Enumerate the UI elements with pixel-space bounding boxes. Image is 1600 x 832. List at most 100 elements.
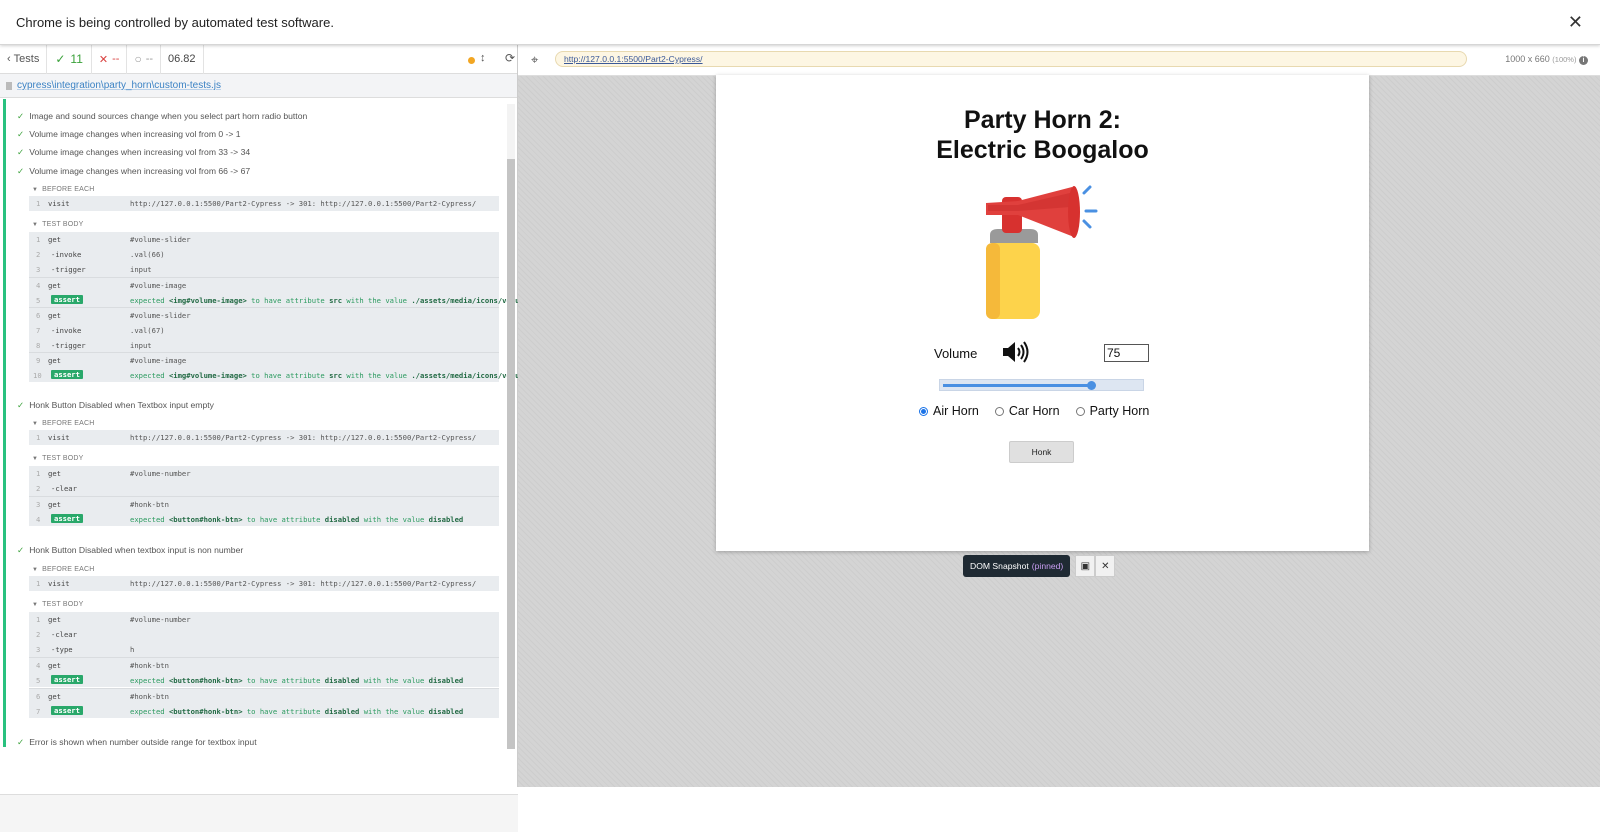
command-row[interactable]: 4 get #honk-btn: [29, 658, 499, 673]
command-row[interactable]: 1 visit http://127.0.0.1:5500/Part2-Cypres…: [29, 196, 499, 211]
scroll-toggle-icon[interactable]: ↕: [480, 52, 486, 64]
assert-badge: assert: [51, 706, 83, 715]
close-snapshot-icon[interactable]: ✕: [1095, 555, 1116, 577]
test-item[interactable]: ✓ Image and sound sources change when you…: [17, 111, 307, 122]
hook-before-each[interactable]: ▼ BEFORE EACH: [32, 186, 95, 193]
assert-row[interactable]: 10 assert expected <img#volume-image> to h…: [29, 368, 518, 383]
command-row[interactable]: 2 -clear: [29, 481, 499, 496]
viewport-info: 1000 x 660 (100%) i: [1505, 54, 1588, 65]
hook-before-each[interactable]: ▼ BEFORE EACH: [32, 420, 95, 427]
assert-row[interactable]: 7 assert expected <button#honk-btn> to hav…: [29, 704, 499, 719]
test-item[interactable]: ✓ Volume image changes when increasing vo…: [17, 166, 250, 177]
duration: 06.82: [161, 44, 204, 74]
cmd-number: 4: [36, 515, 41, 524]
passed-count: ✓ 11: [47, 44, 92, 74]
cmd-number: 3: [36, 645, 41, 654]
caret-down-icon: ▼: [32, 421, 39, 427]
radio-air-horn[interactable]: Air Horn: [919, 404, 979, 418]
check-icon: ✓: [17, 166, 25, 176]
snapshot-text: DOM Snapshot: [970, 561, 1029, 571]
cmd-number: 6: [36, 311, 41, 320]
cmd-number: 2: [36, 250, 41, 259]
assert-text: expected: [130, 515, 165, 524]
volume-number-input[interactable]: 75: [1104, 344, 1149, 362]
cmd-number: 3: [36, 265, 41, 274]
test-title: Volume image changes when increasing vol…: [29, 147, 251, 157]
volume-slider[interactable]: [939, 379, 1144, 391]
cmd-number: 1: [36, 579, 41, 588]
assert-text: to have attribute: [246, 676, 321, 685]
tests-back-button[interactable]: ‹ Tests: [0, 44, 48, 74]
assert-row[interactable]: 5 assert expected <button#honk-btn> to hav…: [29, 673, 499, 688]
test-item[interactable]: ✓ Volume image changes when increasing vo…: [17, 147, 250, 158]
caret-down-icon: ▼: [32, 222, 39, 228]
command-row[interactable]: 9 get #volume-image: [29, 353, 499, 368]
close-icon[interactable]: ✕: [1568, 12, 1583, 33]
assert-text: expected: [130, 707, 165, 716]
command-row[interactable]: 8 -trigger input: [29, 338, 499, 353]
info-icon[interactable]: i: [1579, 56, 1588, 65]
title-line-1: Party Horn 2:: [964, 106, 1121, 134]
assert-badge: assert: [51, 514, 83, 523]
assert-text: to have attribute: [251, 296, 325, 305]
command-row[interactable]: 1 get #volume-number: [29, 466, 499, 481]
command-row[interactable]: 1 visit http://127.0.0.1:5500/Part2-Cypres…: [29, 576, 499, 591]
assert-text: with the value: [346, 296, 407, 305]
command-row[interactable]: 7 -invoke .val(67): [29, 323, 499, 338]
hook-before-each[interactable]: ▼ BEFORE EACH: [32, 566, 95, 573]
highlight-toggle-icon[interactable]: ▣: [1075, 555, 1096, 577]
command-row[interactable]: 4 get #volume-image: [29, 278, 499, 293]
aut-url-bar: ⌖ http://127.0.0.1:5500/Part2-Cypress/ 1…: [518, 45, 1600, 76]
cmd-number: 1: [36, 433, 41, 442]
assert-subject: <button#honk-btn>: [168, 515, 243, 524]
cmd-name: visit: [48, 199, 70, 208]
test-item[interactable]: ✓ Error is shown when number outside rang…: [17, 737, 257, 748]
honk-button[interactable]: Honk: [1009, 441, 1074, 463]
hook-label: TEST BODY: [42, 601, 84, 608]
assert-value: disabled: [428, 676, 464, 685]
runner-header: ‹ Tests ✓ 11 ✕ -- ○ -- 06.82 ↕ ⟳: [0, 44, 517, 74]
cmd-number: 4: [36, 661, 41, 670]
check-icon: ✓: [17, 111, 25, 121]
radio-button[interactable]: [919, 406, 928, 416]
command-row[interactable]: 3 -type h: [29, 642, 499, 657]
command-row[interactable]: 2 -invoke .val(66): [29, 247, 499, 262]
assert-subject: <img#volume-image>: [168, 371, 247, 380]
radio-party-horn[interactable]: Party Horn: [1075, 404, 1149, 418]
cmd-number: 1: [36, 469, 41, 478]
selector-playground-icon[interactable]: ⌖: [531, 52, 538, 68]
command-row[interactable]: 3 get #honk-btn: [29, 497, 499, 512]
assert-row[interactable]: 5 assert expected <img#volume-image> to ha…: [29, 293, 518, 308]
command-row[interactable]: 1 get #volume-slider: [29, 232, 499, 247]
command-row[interactable]: 2 -clear: [29, 627, 499, 642]
assert-row[interactable]: 4 assert expected <button#honk-btn> to hav…: [29, 512, 499, 527]
command-row[interactable]: 1 visit http://127.0.0.1:5500/Part2-Cypres…: [29, 430, 499, 445]
restart-icon[interactable]: ⟳: [505, 51, 515, 65]
hook-label: TEST BODY: [42, 221, 84, 228]
radio-button[interactable]: [994, 406, 1004, 416]
command-row[interactable]: 3 -trigger input: [29, 262, 499, 277]
hook-test-body[interactable]: ▼ TEST BODY: [32, 455, 84, 462]
aut-url[interactable]: http://127.0.0.1:5500/Part2-Cypress/: [555, 51, 1467, 67]
test-item[interactable]: ✓ Honk Button Disabled when Textbox input…: [17, 400, 214, 411]
hook-label: BEFORE EACH: [42, 566, 95, 573]
test-item[interactable]: ✓ Honk Button Disabled when textbox input…: [17, 545, 243, 556]
command-row[interactable]: 6 get #volume-slider: [29, 308, 499, 323]
command-row[interactable]: 1 get #volume-number: [29, 612, 499, 627]
hook-test-body[interactable]: ▼ TEST BODY: [32, 221, 84, 228]
command-row[interactable]: 6 get #honk-btn: [29, 689, 499, 704]
x-icon: ✕: [98, 53, 109, 66]
assert-text: expected: [130, 296, 165, 305]
cmd-name: -invoke: [51, 250, 82, 259]
scrollbar-thumb[interactable]: [507, 159, 515, 749]
assert-text: with the value: [363, 707, 425, 716]
radio-car-horn[interactable]: Car Horn: [994, 404, 1060, 418]
radio-button[interactable]: [1075, 406, 1085, 416]
cmd-number: 1: [36, 199, 41, 208]
assert-attr: disabled: [324, 676, 360, 685]
test-item[interactable]: ✓ Volume image changes when increasing vo…: [17, 129, 241, 140]
spec-file-link[interactable]: cypress\integration\party_horn\custom-te…: [17, 80, 221, 91]
slider-thumb[interactable]: [1086, 381, 1096, 390]
hook-test-body[interactable]: ▼ TEST BODY: [32, 601, 84, 608]
command-group: 1 get #volume-number 2 -clear 3 -type h: [29, 612, 499, 657]
